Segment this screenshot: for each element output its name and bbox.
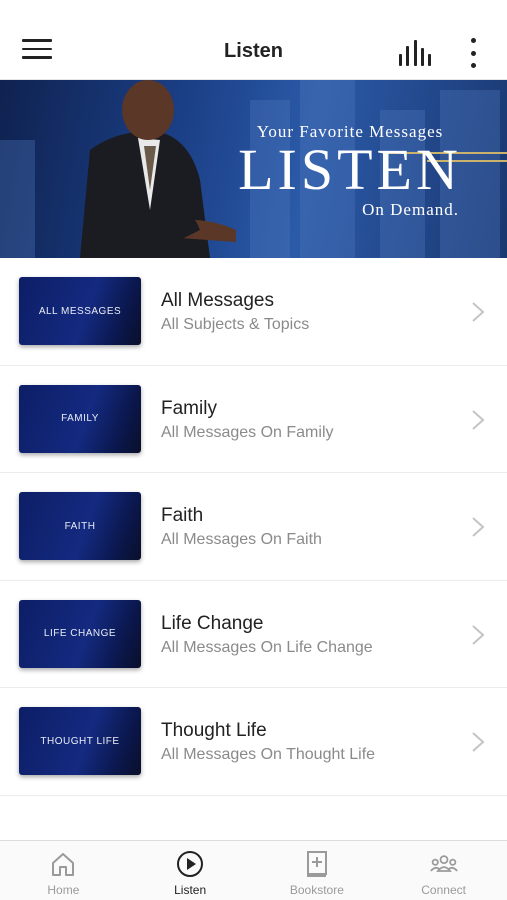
category-thumbnail: THOUGHT LIFE [19,707,141,775]
play-circle-icon [177,851,204,877]
category-title: Life Change [161,612,264,634]
category-subtitle: All Messages On Thought Life [161,746,376,763]
group-icon [429,855,458,872]
banner-text: Your Favorite Messages LISTEN On Demand. [205,122,495,220]
category-thumbnail: FAITH [19,492,141,560]
banner-subline: On Demand. [362,200,459,219]
tab-label: Home [47,883,80,897]
home-icon [52,853,75,876]
hero-banner: Your Favorite Messages LISTEN On Demand. [0,80,507,258]
category-row-all-messages[interactable]: ALL MESSAGES All Messages All Subjects & … [0,258,507,366]
banner-building [0,140,35,258]
category-title: All Messages [161,290,274,311]
category-title: Thought Life [161,720,267,741]
thumbnail-label: THOUGHT LIFE [40,735,120,747]
category-thumbnail: LIFE CHANGE [19,599,141,668]
tab-label: Bookstore [289,883,344,897]
category-title: Family [161,397,217,419]
tab-bookstore[interactable]: Bookstore [254,841,381,900]
thumbnail-label: ALL MESSAGES [38,305,122,317]
category-title: Faith [161,505,204,526]
category-subtitle: All Messages On Faith [161,531,322,548]
thumbnail-label: LIFE CHANGE [43,628,117,639]
category-thumbnail: FAMILY [19,384,141,453]
tab-label: Listen [174,883,207,897]
category-row-family[interactable]: FAMILY Family All Messages On Family [0,366,507,473]
tab-home[interactable]: Home [0,841,127,900]
category-subtitle: All Subjects & Topics [161,316,310,333]
banner-headline: LISTEN [238,137,462,202]
top-bar: Listen [0,24,507,80]
chevron-right-icon [472,624,485,645]
category-thumbnail: ALL MESSAGES [19,277,141,345]
chevron-right-icon [472,732,485,752]
chevron-right-icon [472,517,485,537]
audio-bars-icon[interactable] [399,38,431,66]
page-title: Listen [224,40,283,62]
more-vertical-icon[interactable] [469,38,477,68]
tab-connect[interactable]: Connect [380,841,507,900]
chevron-right-icon [472,409,485,430]
tab-listen[interactable]: Listen [127,841,254,900]
bottom-tab-bar: Home Listen Bookstore Connect [0,840,507,900]
category-subtitle: All Messages On Life Change [161,638,373,656]
status-bar [0,0,507,24]
thumbnail-label: FAITH [64,520,96,532]
category-row-thought-life[interactable]: THOUGHT LIFE Thought Life All Messages On… [0,688,507,796]
category-row-faith[interactable]: FAITH Faith All Messages On Faith [0,473,507,581]
chevron-right-icon [472,302,485,322]
category-subtitle: All Messages On Family [161,423,334,441]
category-list: ALL MESSAGES All Messages All Subjects & … [0,258,507,796]
thumbnail-label: FAMILY [61,413,99,424]
hamburger-menu-icon[interactable] [22,39,52,65]
tab-label: Connect [421,883,466,897]
book-plus-icon [306,851,327,877]
category-row-life-change[interactable]: LIFE CHANGE Life Change All Messages On L… [0,581,507,688]
